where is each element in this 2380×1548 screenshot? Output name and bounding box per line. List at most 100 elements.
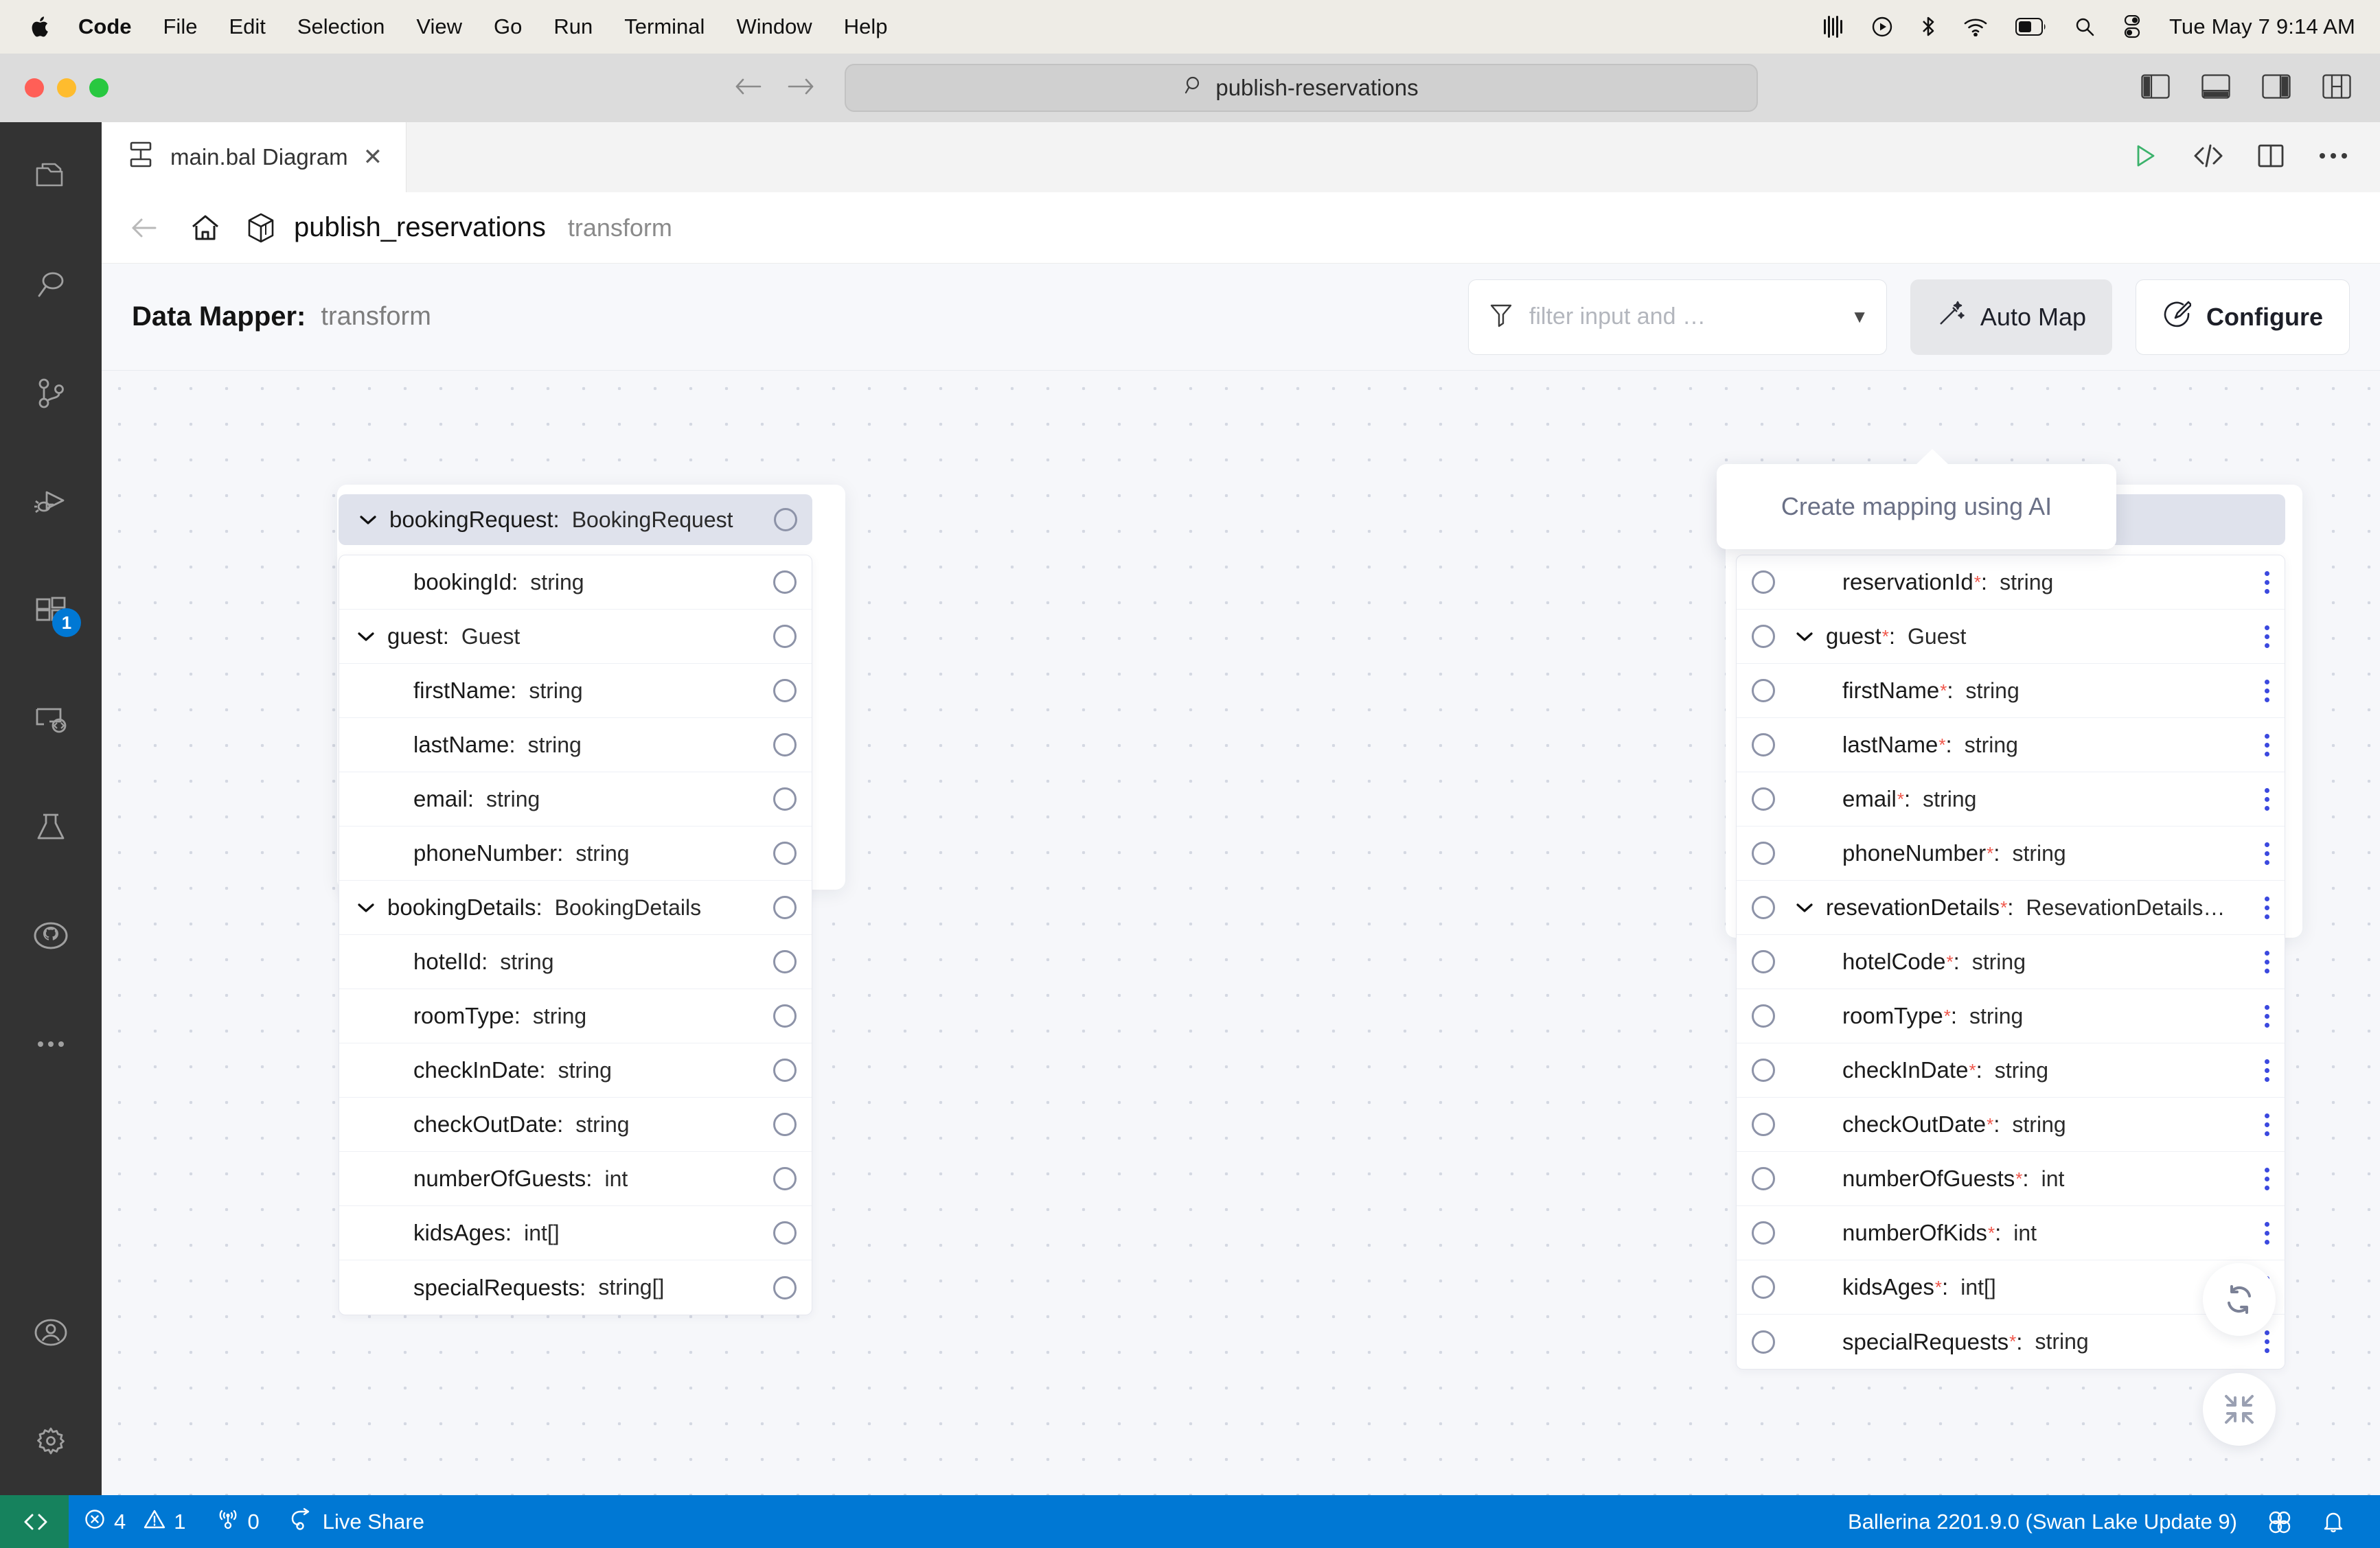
go-forward-button[interactable]	[786, 75, 816, 102]
field-port[interactable]	[1752, 1275, 1775, 1299]
table-row[interactable]: roomType *: string	[1737, 989, 2285, 1043]
home-icon[interactable]	[190, 212, 221, 244]
row-menu-icon[interactable]	[2265, 625, 2269, 648]
breadcrumb-current[interactable]: transform	[568, 213, 672, 242]
status-problems[interactable]: 4 1	[69, 1495, 201, 1548]
play-icon[interactable]	[2130, 141, 2160, 174]
sidebar-item-source-control[interactable]	[0, 339, 102, 448]
configure-button[interactable]: Configure	[2136, 279, 2350, 355]
toggle-primary-sidebar-icon[interactable]	[2141, 73, 2170, 102]
row-menu-icon[interactable]	[2265, 1167, 2269, 1190]
table-row[interactable]: hotelCode *: string	[1737, 935, 2285, 989]
output-port[interactable]	[774, 508, 797, 531]
row-menu-icon[interactable]	[2265, 1059, 2269, 1082]
field-port[interactable]	[1752, 1113, 1775, 1136]
gear-icon[interactable]	[0, 1387, 102, 1495]
toggle-secondary-sidebar-icon[interactable]	[2262, 73, 2291, 102]
field-port[interactable]	[773, 570, 797, 594]
chevron-down-icon[interactable]: ▼	[1851, 306, 1868, 327]
field-port[interactable]	[773, 733, 797, 756]
window-zoom-button[interactable]	[89, 78, 108, 97]
remote-window-indicator[interactable]	[0, 1495, 69, 1548]
field-port[interactable]	[1752, 1004, 1775, 1028]
menu-item-selection[interactable]: Selection	[297, 14, 385, 39]
menu-item-file[interactable]: File	[163, 14, 198, 39]
table-row[interactable]: numberOfGuests *: int	[1737, 1152, 2285, 1206]
filter-input[interactable]: filter input and … ▼	[1467, 279, 1887, 355]
field-port[interactable]	[773, 1059, 797, 1082]
field-port[interactable]	[773, 1167, 797, 1190]
field-port[interactable]	[1752, 1330, 1775, 1354]
field-port[interactable]	[773, 679, 797, 702]
table-row[interactable]: firstName: string	[339, 664, 812, 718]
field-port[interactable]	[1752, 733, 1775, 756]
field-port[interactable]	[1752, 842, 1775, 865]
menu-item-code[interactable]: Code	[78, 14, 132, 39]
row-menu-icon[interactable]	[2265, 570, 2269, 594]
code-icon[interactable]	[2192, 141, 2225, 174]
input-node-header[interactable]: bookingRequest: BookingRequest	[339, 494, 812, 545]
table-row[interactable]: roomType: string	[339, 989, 812, 1043]
row-menu-icon[interactable]	[2265, 842, 2269, 865]
field-port[interactable]	[1752, 950, 1775, 973]
table-row[interactable]: email: string	[339, 772, 812, 827]
field-port[interactable]	[773, 787, 797, 811]
sidebar-item-accounts[interactable]	[0, 1278, 102, 1387]
wifi-icon[interactable]	[1963, 17, 1988, 36]
table-row[interactable]: checkOutDate *: string	[1737, 1098, 2285, 1152]
bluetooth-icon[interactable]	[1921, 15, 1936, 38]
row-menu-icon[interactable]	[2265, 1004, 2269, 1028]
table-row[interactable]: phoneNumber: string	[339, 827, 812, 881]
row-menu-icon[interactable]	[2265, 733, 2269, 756]
apple-logo-icon[interactable]	[29, 14, 52, 40]
menu-item-help[interactable]: Help	[844, 14, 888, 39]
field-port[interactable]	[1752, 679, 1775, 702]
command-center[interactable]: publish-reservations	[845, 64, 1758, 112]
table-row[interactable]: numberOfKids *: int	[1737, 1206, 2285, 1260]
fit-to-screen-button[interactable]	[2203, 1373, 2276, 1446]
table-row[interactable]: numberOfGuests: int	[339, 1152, 812, 1206]
table-row[interactable]: bookingId: string	[339, 555, 812, 610]
customize-layout-icon[interactable]	[2322, 73, 2351, 102]
go-back-button[interactable]	[733, 75, 764, 102]
table-row[interactable]: specialRequests *: string	[1737, 1315, 2285, 1369]
table-row[interactable]: specialRequests: string[]	[339, 1260, 812, 1315]
field-port[interactable]	[773, 950, 797, 973]
field-port[interactable]	[773, 842, 797, 865]
sidebar-item-testing[interactable]	[0, 773, 102, 881]
menu-item-run[interactable]: Run	[553, 14, 593, 39]
table-row[interactable]: lastName: string	[339, 718, 812, 772]
table-row[interactable]: checkInDate: string	[339, 1043, 812, 1098]
table-row[interactable]: bookingDetails: BookingDetails	[339, 881, 812, 935]
row-menu-icon[interactable]	[2265, 1113, 2269, 1136]
screen-record-icon[interactable]	[1871, 16, 1893, 38]
table-row[interactable]: firstName *: string	[1737, 664, 2285, 718]
menu-item-go[interactable]: Go	[494, 14, 522, 39]
chevron-down-icon[interactable]	[1793, 625, 1816, 648]
chevron-down-icon[interactable]	[356, 508, 380, 531]
window-minimize-button[interactable]	[57, 78, 76, 97]
table-row[interactable]: guest: Guest	[339, 610, 812, 664]
auto-map-button[interactable]: Auto Map	[1910, 279, 2113, 355]
row-menu-icon[interactable]	[2265, 1330, 2269, 1353]
field-port[interactable]	[773, 896, 797, 919]
audio-waveform-icon[interactable]	[1823, 15, 1844, 38]
field-port[interactable]	[773, 1275, 797, 1299]
toggle-panel-icon[interactable]	[2201, 73, 2230, 102]
row-menu-icon[interactable]	[2265, 896, 2269, 919]
menu-item-window[interactable]: Window	[736, 14, 812, 39]
menu-item-view[interactable]: View	[416, 14, 462, 39]
arrow-left-icon[interactable]	[130, 216, 163, 240]
table-row[interactable]: reservationId *: string	[1737, 555, 2285, 610]
sidebar-item-extensions[interactable]: 1	[0, 556, 102, 665]
field-port[interactable]	[773, 1004, 797, 1028]
status-ports[interactable]: 0	[201, 1495, 275, 1548]
chevron-down-icon[interactable]	[354, 896, 378, 919]
table-row[interactable]: email *: string	[1737, 772, 2285, 827]
chevron-down-icon[interactable]	[1793, 896, 1816, 919]
field-port[interactable]	[1752, 1221, 1775, 1245]
table-row[interactable]: checkOutDate: string	[339, 1098, 812, 1152]
control-center-icon[interactable]	[2122, 15, 2142, 38]
macos-clock[interactable]: Tue May 7 9:14 AM	[2169, 14, 2355, 39]
menu-item-edit[interactable]: Edit	[229, 14, 265, 39]
